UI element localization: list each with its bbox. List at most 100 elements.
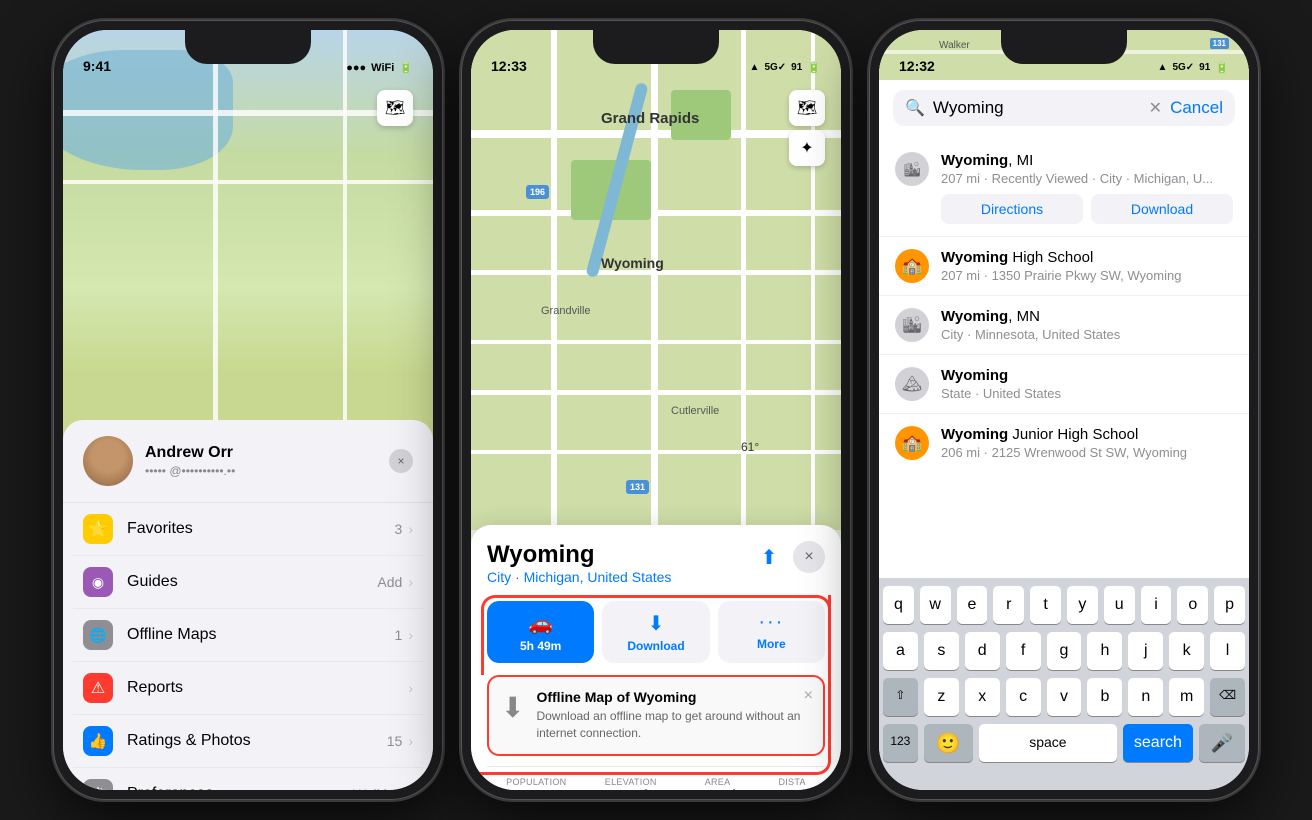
key-y[interactable]: y	[1067, 586, 1098, 624]
photos-icon: 👍	[83, 726, 113, 756]
highway-196: 196	[526, 185, 549, 199]
space-key[interactable]: space	[979, 724, 1118, 762]
location-title: Wyoming	[487, 541, 671, 569]
menu-item-photos[interactable]: 👍 Ratings & Photos 15 ›	[73, 715, 423, 768]
shift-key[interactable]: ⇧	[883, 678, 918, 716]
more-button[interactable]: ··· More	[718, 601, 825, 663]
map-layers-btn[interactable]: 🗺	[377, 90, 413, 126]
stat-area-value: ~25 mi²	[695, 787, 740, 790]
compass-btn[interactable]: ✦	[789, 130, 825, 166]
key-m[interactable]: m	[1169, 678, 1204, 716]
user-email: ••••• @••••••••••.••	[145, 464, 389, 478]
menu-item-prefs[interactable]: ⚙ Preferences Walking ›	[73, 768, 423, 790]
search-clear-button[interactable]: ✕	[1149, 98, 1162, 118]
key-p[interactable]: p	[1214, 586, 1245, 624]
result-wyoming-state[interactable]: 🏔 Wyoming State · United States	[879, 355, 1249, 414]
menu-item-guides[interactable]: ◉ Guides Add ›	[73, 556, 423, 609]
key-b[interactable]: b	[1087, 678, 1122, 716]
user-info: Andrew Orr ••••• @••••••••••.••	[145, 444, 389, 478]
key-c[interactable]: c	[1006, 678, 1041, 716]
key-v[interactable]: v	[1047, 678, 1082, 716]
delete-key[interactable]: ⌫	[1210, 678, 1245, 716]
share-button[interactable]: ⬆	[753, 541, 785, 573]
avatar	[83, 436, 133, 486]
offline-icon: 🌐	[83, 620, 113, 650]
numbers-key[interactable]: 123	[883, 724, 918, 762]
result-name-wyoming-state: Wyoming	[941, 367, 1233, 384]
key-f[interactable]: f	[1006, 632, 1041, 670]
reports-icon: ⚠	[83, 673, 113, 703]
keyboard-row-3: ⇧ z x c v b n m ⌫	[883, 678, 1245, 716]
menu-item-offline[interactable]: 🌐 Offline Maps 1 ›	[73, 609, 423, 662]
key-a[interactable]: a	[883, 632, 918, 670]
menu-item-favorites[interactable]: ⭐ Favorites 3 ›	[73, 503, 423, 556]
key-t[interactable]: t	[1030, 586, 1061, 624]
location-actions: 🚗 5h 49m ⬇ Download ··· More	[487, 601, 825, 663]
stat-distance-label: DISTA	[778, 777, 805, 787]
key-r[interactable]: r	[993, 586, 1024, 624]
location-panel: Wyoming City · Michigan, United States ⬆…	[471, 525, 841, 790]
map-type-btn[interactable]: 🗺	[789, 90, 825, 126]
more-label: More	[757, 637, 786, 651]
guides-arrow: ›	[408, 574, 413, 590]
key-k[interactable]: k	[1169, 632, 1204, 670]
mic-key[interactable]: 🎤	[1199, 724, 1245, 762]
key-g[interactable]: g	[1047, 632, 1082, 670]
offline-label: Offline Maps	[127, 626, 395, 644]
result-info-wyoming-mi: Wyoming, MI 207 mi · Recently Viewed · C…	[941, 152, 1233, 224]
menu-item-reports[interactable]: ⚠ Reports ›	[73, 662, 423, 715]
key-d[interactable]: d	[965, 632, 1000, 670]
result-detail-wyoming-hs: 207 mi · 1350 Prairie Pkwy SW, Wyoming	[941, 268, 1233, 283]
notch-1	[185, 30, 311, 64]
result-wyoming-mi[interactable]: 🏙 Wyoming, MI 207 mi · Recently Viewed ·…	[879, 140, 1249, 237]
cancel-button[interactable]: Cancel	[1170, 98, 1223, 118]
close-location-button[interactable]: ×	[793, 541, 825, 573]
key-e[interactable]: e	[957, 586, 988, 624]
favorites-icon: ⭐	[83, 514, 113, 544]
offline-arrow: ›	[408, 627, 413, 643]
search-key[interactable]: search	[1123, 724, 1192, 762]
mic-icon: 🎤	[1211, 733, 1233, 754]
download-button[interactable]: ⬇ Download	[602, 601, 709, 663]
emoji-key[interactable]: 🙂	[924, 724, 973, 762]
favorites-badge: 3	[395, 521, 403, 537]
key-z[interactable]: z	[924, 678, 959, 716]
key-s[interactable]: s	[924, 632, 959, 670]
key-n[interactable]: n	[1128, 678, 1163, 716]
photos-label: Ratings & Photos	[127, 732, 387, 750]
reports-arrow: ›	[408, 680, 413, 696]
key-l[interactable]: l	[1210, 632, 1245, 670]
key-i[interactable]: i	[1141, 586, 1172, 624]
keyboard-bottom-row: 123 🙂 space search 🎤	[883, 724, 1245, 762]
key-u[interactable]: u	[1104, 586, 1135, 624]
offline-download-icon: ⬇	[501, 691, 524, 724]
result-wyoming-jhs[interactable]: 🏫 Wyoming Junior High School 206 mi · 21…	[879, 414, 1249, 460]
key-q[interactable]: q	[883, 586, 914, 624]
key-x[interactable]: x	[965, 678, 1000, 716]
result-wyoming-hs[interactable]: 🏫 Wyoming High School 207 mi · 1350 Prai…	[879, 237, 1249, 296]
phone-1: 9:41 ●●●WiFi🔋 🗺	[53, 20, 443, 800]
keyboard-row-1: q w e r t y u i o p	[883, 586, 1245, 624]
result-detail-wyoming-state: State · United States	[941, 386, 1233, 401]
map-road-v	[551, 30, 557, 530]
close-sidebar-button[interactable]: ×	[389, 449, 413, 473]
key-h[interactable]: h	[1087, 632, 1122, 670]
stat-population-label: POPULATION	[506, 777, 566, 787]
map-background-1: 🗺	[63, 30, 433, 460]
offline-close-button[interactable]: ×	[804, 687, 813, 705]
directions-button[interactable]: Directions	[941, 194, 1083, 224]
download-map-button[interactable]: Download	[1091, 194, 1233, 224]
favorites-arrow: ›	[408, 521, 413, 537]
result-info-wyoming-state: Wyoming State · United States	[941, 367, 1233, 401]
key-w[interactable]: w	[920, 586, 951, 624]
search-input[interactable]: Wyoming	[933, 98, 1149, 118]
result-icon-wyoming-state: 🏔	[895, 367, 929, 401]
menu-list: ⭐ Favorites 3 › ◉ Guides Add › 🌐 Offline…	[63, 503, 433, 790]
guides-label: Guides	[127, 573, 377, 591]
key-j[interactable]: j	[1128, 632, 1163, 670]
result-actions-wyoming-mi: Directions Download	[941, 194, 1233, 224]
key-o[interactable]: o	[1177, 586, 1208, 624]
stats-row: POPULATION 75,667 ELEVATION ~640 ft AREA…	[487, 766, 825, 790]
drive-button[interactable]: 🚗 5h 49m	[487, 601, 594, 663]
result-wyoming-mn[interactable]: 🏙 Wyoming, MN City · Minnesota, United S…	[879, 296, 1249, 355]
